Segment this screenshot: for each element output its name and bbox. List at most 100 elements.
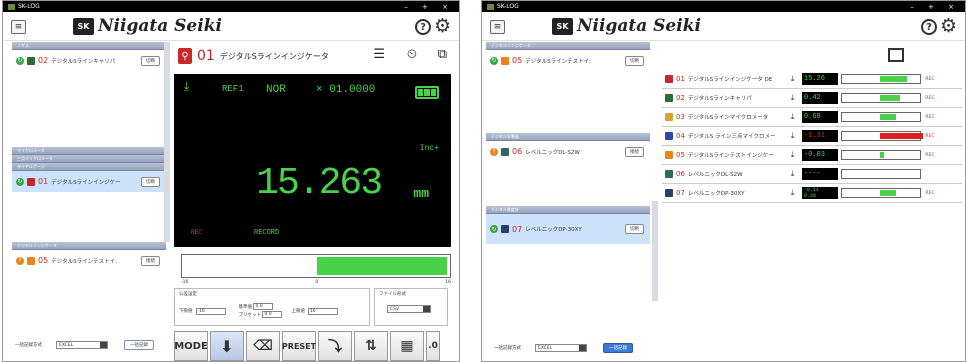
device-row[interactable]: 04 デジタルS ライン三点マイクロメー ⤓ -1.31 REC <box>662 127 962 146</box>
decimal-button[interactable]: .0 <box>426 331 440 361</box>
rec-button[interactable]: REC <box>924 191 936 196</box>
value-display: ---- <box>801 168 838 180</box>
disconnected-icon: ? <box>490 147 498 156</box>
scale-max: 16 <box>445 280 451 285</box>
disconnect-button[interactable]: 切断 <box>141 177 160 187</box>
window-controls[interactable]: – + × <box>404 3 454 11</box>
bulk-record-button[interactable]: 一括記録 <box>603 342 633 353</box>
hold-icon[interactable]: ⤓ <box>791 188 799 198</box>
level-fill <box>879 95 900 101</box>
lower-label: 下限値 <box>179 309 193 314</box>
device-row[interactable]: 01 デジタルSラインインジケータ DE ⤓ 15.26 REC <box>662 70 962 89</box>
window-icon[interactable] <box>888 48 904 62</box>
section-header[interactable]: マイクロメータ <box>12 147 166 155</box>
brand-logo: SK Niigata Seiki <box>552 16 701 36</box>
disconnect-button[interactable]: 切断 <box>625 56 644 66</box>
device-row[interactable]: 03 デジタルSラインマイクロメータ ⤓ 0.68 REC <box>662 108 962 127</box>
mode-button[interactable]: MODE <box>174 331 208 361</box>
scrollbar[interactable] <box>652 201 658 301</box>
menu-button[interactable]: ≡ <box>11 20 26 34</box>
rec-button[interactable]: REC <box>924 77 936 82</box>
list-icon[interactable]: ☰ <box>373 47 385 62</box>
window-controls[interactable]: – + × <box>910 3 960 11</box>
hold-icon[interactable]: ⤓ <box>791 131 799 141</box>
level-icon <box>501 147 509 156</box>
device-row[interactable]: 02 デジタルSラインキャリパ ⤓ 0.42 REC <box>662 89 962 108</box>
test-indicator-icon <box>27 256 35 265</box>
lower-field[interactable]: -16 <box>195 307 226 315</box>
base-field[interactable]: 0.0 <box>253 303 274 310</box>
value-display: 0.68 <box>801 111 838 123</box>
section-header[interactable]: デジタル角度計 <box>486 206 650 214</box>
section-header[interactable]: デジタル水準器 <box>486 133 650 141</box>
disconnect-button[interactable]: 切断 <box>625 224 644 234</box>
calculator-button[interactable]: ▦ <box>390 331 424 361</box>
list-item-device-06[interactable]: ? 06 レベルニックDL-S2W 接続 <box>486 141 650 162</box>
hold-icon[interactable]: ⤓ <box>184 80 189 94</box>
device-row[interactable]: 06 レベルニックDL-S2W ⤓ ---- <box>662 165 962 184</box>
section-header[interactable]: 三点マイクロメータ <box>12 155 166 163</box>
list-item-device-05[interactable]: ↻ 05 デジタルSラインテストイ: 切断 <box>486 50 650 71</box>
hold-icon[interactable]: ⤓ <box>791 169 799 179</box>
hold-icon[interactable]: ⤓ <box>791 150 799 160</box>
direction-button[interactable]: ⇅ <box>354 331 388 361</box>
popout-icon[interactable]: ⧉ <box>438 47 447 62</box>
timer-icon[interactable]: ⏲ <box>407 47 417 62</box>
menu-button[interactable]: ≡ <box>490 20 505 34</box>
rec-button[interactable]: REC <box>924 96 936 101</box>
device-row[interactable]: 07 レベルニックDP-30XY ⤓ -0.11 0.30 REC <box>662 184 962 203</box>
format-select[interactable]: CSV <box>387 305 431 313</box>
preset-field[interactable]: 0.0 <box>262 311 283 318</box>
ref-label: REF1 <box>222 84 244 94</box>
list-item-device-02[interactable]: ↻ 02 デジタルSラインキャリパ 切断 <box>12 50 166 71</box>
hold-icon[interactable]: ⤓ <box>791 112 799 122</box>
list-blank <box>12 192 166 242</box>
section-header[interactable]: デジタルインジケータ <box>12 242 166 250</box>
scrollbar[interactable] <box>164 42 170 242</box>
gear-icon[interactable]: ⚙ <box>940 16 957 36</box>
upper-field[interactable]: 16 <box>307 307 338 315</box>
list-item-device-01[interactable]: ↻ 01 デジタルSラインインジケー 切断 <box>12 171 166 192</box>
eraser-button[interactable]: ⌫ <box>246 331 280 361</box>
indicator-icon: ⚲ <box>178 48 192 64</box>
bulk-record-button[interactable]: 一括記録 <box>124 339 154 350</box>
preset-button[interactable]: PRESET <box>282 331 316 361</box>
section-header[interactable]: ダイヤルゲージ <box>12 163 166 171</box>
disconnect-button[interactable]: 切断 <box>141 56 160 66</box>
detail-header: ⚲ 01 デジタルSラインインジケータ ☰ ⏲ ⧉ <box>172 42 457 70</box>
disconnected-icon: ? <box>16 256 24 265</box>
value-display: 15.26 <box>801 73 838 85</box>
value-text: -0.03 <box>803 151 825 159</box>
format-title: ファイル形式 <box>379 292 406 297</box>
tolerance-fill <box>317 257 447 275</box>
list-item-device-05[interactable]: ? 05 デジタルSラインテストイ: 接続 <box>12 250 166 271</box>
hold-button[interactable]: ⬇ <box>210 331 244 361</box>
device-row[interactable]: 05 デジタルSラインテストインジケー ⤓ -0.03 REC <box>662 146 962 165</box>
measured-value: 15.263 <box>256 162 383 205</box>
connect-button[interactable]: 接続 <box>625 147 644 157</box>
gear-icon[interactable]: ⚙ <box>434 16 451 36</box>
rec-button[interactable]: REC <box>924 134 936 139</box>
rec-button[interactable]: REC <box>924 115 936 120</box>
rec-button[interactable]: REC <box>924 153 936 158</box>
record-mode-select[interactable]: EXCEL <box>56 340 108 349</box>
app-icon <box>487 3 494 10</box>
connected-icon: ↻ <box>16 56 24 65</box>
value-text: ---- <box>803 170 821 178</box>
list-item-device-07[interactable]: ↻ 07 レベルニックDP-30XY 切断 <box>486 214 650 244</box>
section-header[interactable]: ノギス <box>12 42 166 50</box>
device-icon <box>665 189 673 197</box>
send-button[interactable]: ⤵ <box>318 331 352 361</box>
value-text: 0.68 <box>803 113 821 121</box>
device-number: 05 <box>676 151 685 159</box>
record-mode-select[interactable]: EXCEL <box>535 343 587 352</box>
hold-icon[interactable]: ⤓ <box>791 74 799 84</box>
help-icon[interactable]: ? <box>415 19 431 35</box>
multi-device-panel: 01 デジタルSラインインジケータ DE ⤓ 15.26 REC 02 デジタル… <box>662 42 962 361</box>
help-icon[interactable]: ? <box>921 19 937 35</box>
connect-button[interactable]: 接続 <box>141 256 160 266</box>
section-header[interactable]: デジタルインジケータ <box>486 42 650 50</box>
hold-icon[interactable]: ⤓ <box>791 93 799 103</box>
device-name: デジタルSラインインジケータ <box>219 51 329 61</box>
angle-icon <box>501 225 509 233</box>
